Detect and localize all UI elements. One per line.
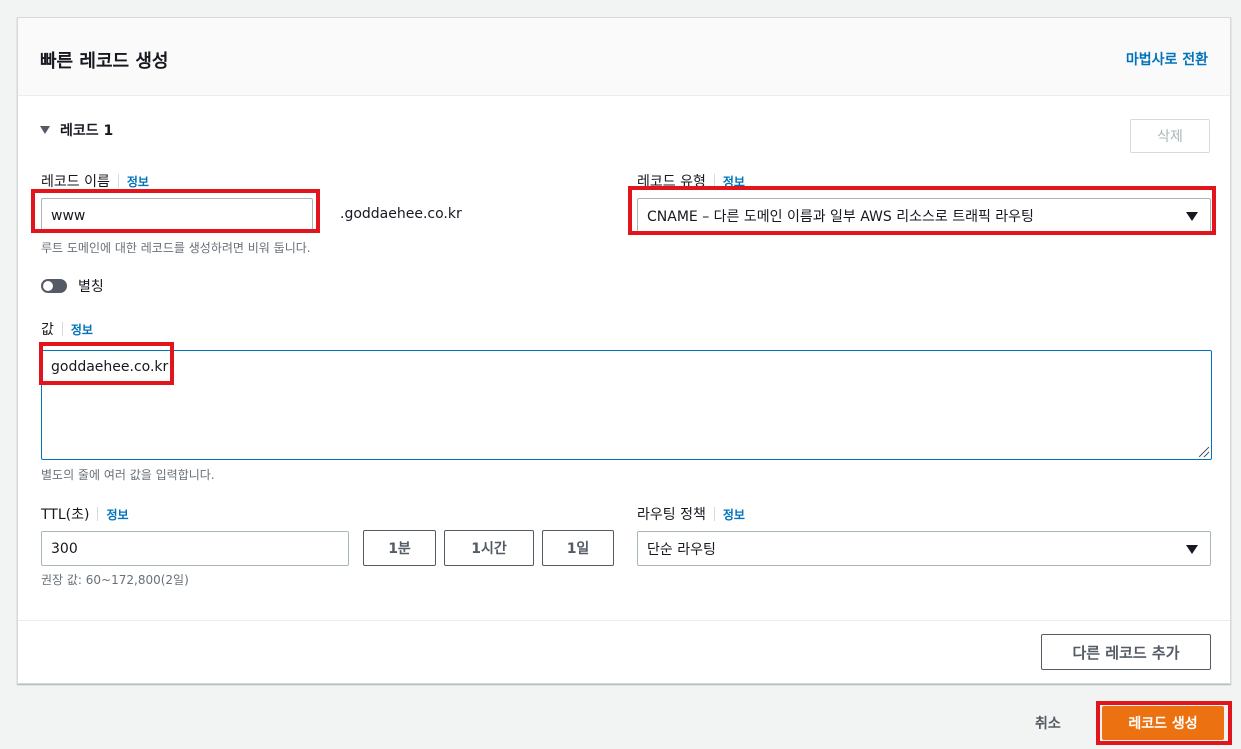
value-label: 값: [41, 322, 54, 338]
value-text: goddaehee.co.kr: [51, 359, 169, 375]
add-another-record-button[interactable]: 다른 레코드 추가: [1041, 634, 1211, 670]
dropdown-arrow-icon: [1186, 211, 1198, 221]
label-divider: [713, 174, 715, 188]
ttl-hint: 권장 값: 60~172,800(2일): [41, 573, 189, 587]
record-heading: 레코드 1: [60, 123, 114, 139]
routing-policy-value: 단순 라우팅: [647, 541, 716, 558]
record-type-info-link[interactable]: 정보: [723, 173, 745, 190]
value-info-link[interactable]: 정보: [71, 321, 93, 338]
divider: [18, 620, 1230, 621]
ttl-label: TTL(초): [41, 507, 90, 523]
ttl-info-link[interactable]: 정보: [106, 506, 128, 523]
panel-header: 빠른 레코드 생성 마법사로 전환: [18, 18, 1230, 96]
record-name-label: 레코드 이름: [41, 174, 110, 190]
routing-info-link[interactable]: 정보: [723, 506, 745, 523]
caret-down-icon: [40, 126, 50, 134]
alias-toggle[interactable]: [41, 279, 67, 293]
routing-label-row: 라우팅 정책 정보: [637, 504, 745, 524]
alias-toggle-row: 별칭: [41, 276, 104, 296]
ttl-input[interactable]: 300: [41, 531, 349, 566]
dropdown-arrow-icon: [1186, 544, 1198, 554]
record-name-input[interactable]: www: [41, 198, 313, 233]
toggle-knob: [43, 281, 53, 291]
record-type-value: CNAME – 다른 도메인 이름과 일부 AWS 리소스로 트래픽 라우팅: [647, 208, 1034, 225]
panel-title: 빠른 레코드 생성: [40, 51, 169, 72]
routing-label: 라우팅 정책: [637, 507, 706, 523]
record-name-label-row: 레코드 이름 정보: [41, 171, 149, 191]
label-divider: [61, 322, 63, 336]
record-name-info-link[interactable]: 정보: [127, 173, 149, 190]
value-textarea[interactable]: goddaehee.co.kr: [41, 350, 1212, 460]
ttl-1-day-button[interactable]: 1일: [542, 530, 614, 566]
alias-label: 별칭: [78, 279, 104, 295]
ttl-1-hour-button[interactable]: 1시간: [444, 530, 534, 566]
ttl-1-minute-button[interactable]: 1분: [363, 530, 436, 566]
cancel-button[interactable]: 취소: [1035, 713, 1061, 733]
resize-handle-icon[interactable]: [1199, 447, 1209, 457]
label-divider: [117, 174, 119, 188]
delete-button[interactable]: 삭제: [1130, 119, 1210, 153]
label-divider: [97, 507, 99, 521]
quick-record-panel: 빠른 레코드 생성 마법사로 전환 레코드 1 삭제 레코드 이름 정보 www…: [17, 17, 1231, 684]
value-hint: 별도의 줄에 여러 값을 입력합니다.: [41, 468, 215, 482]
record-name-hint: 루트 도메인에 대한 레코드를 생성하려면 비워 둡니다.: [41, 241, 311, 255]
switch-to-wizard-link[interactable]: 마법사로 전환: [1126, 49, 1208, 69]
label-divider: [713, 507, 715, 521]
value-label-row: 값 정보: [41, 319, 93, 339]
create-records-button[interactable]: 레코드 생성: [1102, 706, 1224, 740]
record-type-select[interactable]: CNAME – 다른 도메인 이름과 일부 AWS 리소스로 트래픽 라우팅: [637, 198, 1211, 233]
ttl-label-row: TTL(초) 정보: [41, 504, 129, 524]
domain-suffix: .goddaehee.co.kr: [340, 206, 462, 222]
record-type-label-row: 레코드 유형 정보: [637, 171, 745, 191]
record-type-label: 레코드 유형: [637, 174, 706, 190]
record-section-toggle[interactable]: 레코드 1: [40, 120, 113, 140]
routing-policy-select[interactable]: 단순 라우팅: [637, 531, 1211, 566]
